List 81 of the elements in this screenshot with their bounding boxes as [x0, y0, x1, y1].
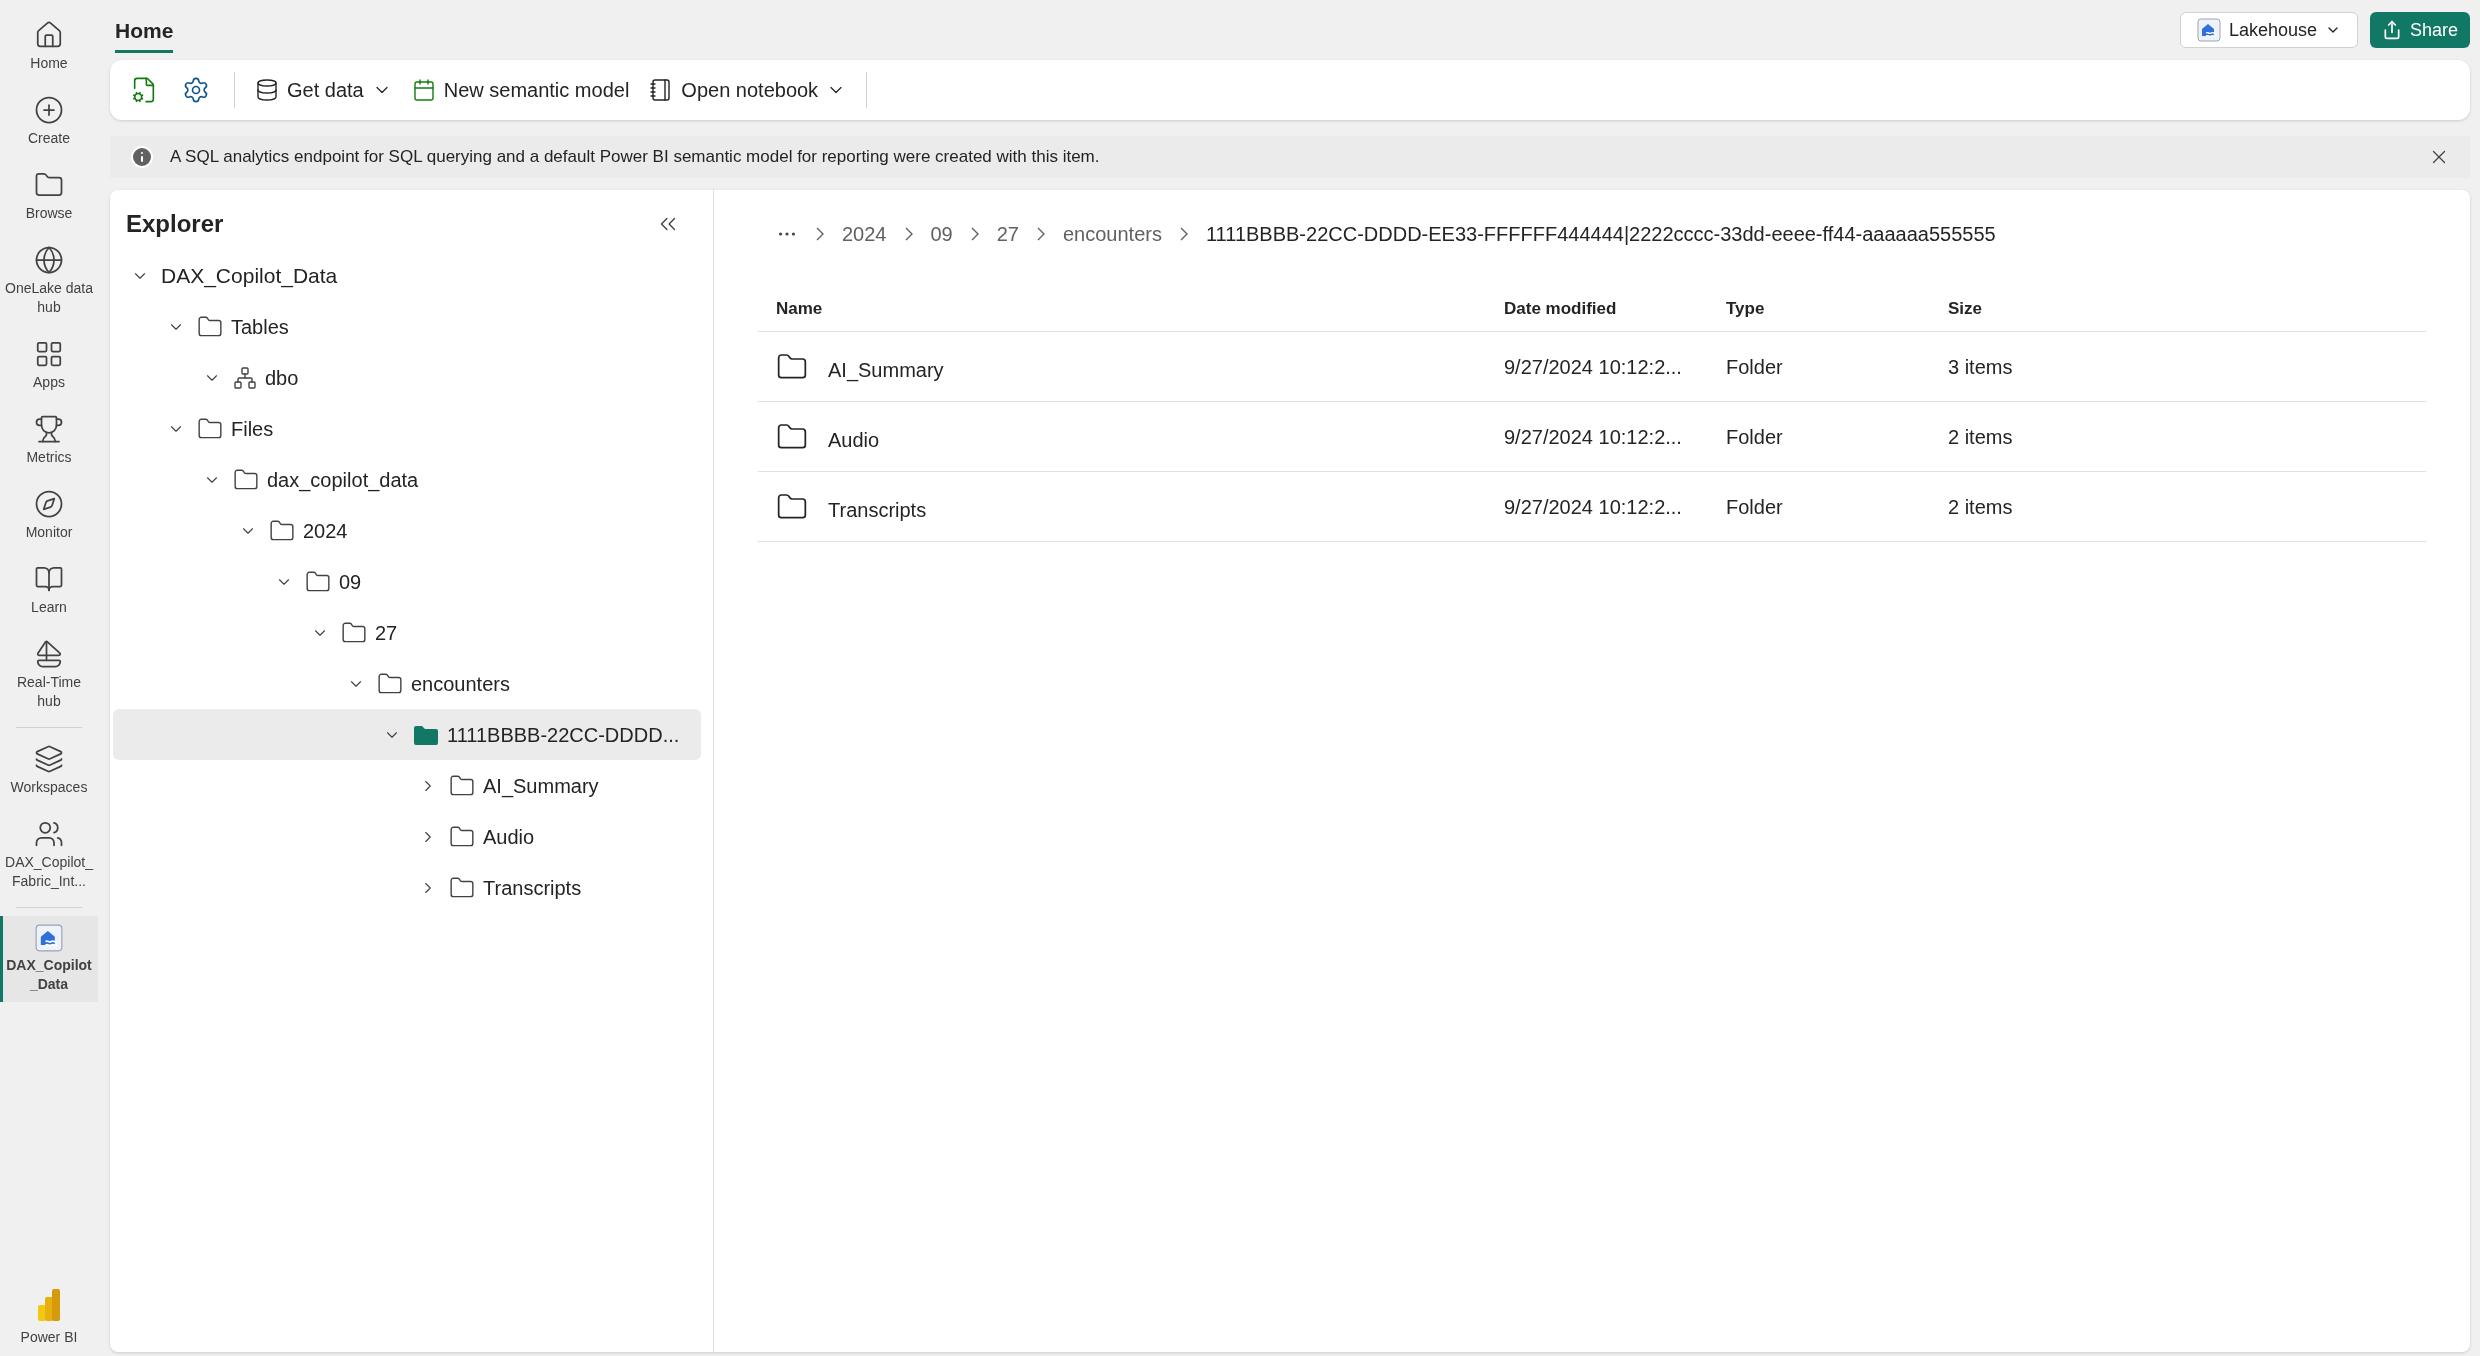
- nav-item[interactable]: Create: [0, 87, 98, 156]
- breadcrumb-item[interactable]: encounters: [1063, 219, 1162, 249]
- breadcrumb-item[interactable]: 1111BBBB-22CC-DDDD-EE33-FFFFFF444444|2222cccc-33dd-eeee-ff44-aaaaaa555555: [1205, 219, 1996, 249]
- column-header[interactable]: Name: [776, 298, 823, 318]
- column-header[interactable]: Type: [1726, 298, 1765, 318]
- book-icon: [34, 564, 64, 594]
- settings-icon[interactable]: [182, 76, 210, 104]
- info-icon: [130, 145, 154, 169]
- table-cell-text: 9/27/2024 10:12:2...: [1504, 424, 1682, 450]
- breadcrumb-item[interactable]: 09: [930, 219, 953, 249]
- column-header[interactable]: Size: [1948, 298, 1983, 318]
- tree-item[interactable]: dbo: [113, 352, 701, 403]
- toolbar-button[interactable]: Get data: [251, 75, 396, 105]
- explorer-title: Explorer: [126, 209, 224, 239]
- table-cell-text: 3 items: [1948, 354, 2013, 380]
- nav-item[interactable]: DAX_Copilot_Fabric_Int...: [0, 811, 98, 899]
- database-icon: [255, 78, 279, 102]
- nav-item[interactable]: Power BI: [0, 1287, 98, 1356]
- table-cell-text: Folder: [1726, 354, 1783, 380]
- plus-circle-icon: [34, 95, 64, 125]
- toolbar-button[interactable]: Open notebook: [645, 75, 851, 105]
- table-cell-text: Audio: [828, 427, 880, 453]
- table-cell-text: 2 items: [1948, 424, 2013, 450]
- tree-item[interactable]: Transcripts: [113, 862, 701, 913]
- item-type-dropdown[interactable]: Lakehouse: [2179, 12, 2358, 48]
- layers-icon: [34, 744, 64, 774]
- boat-icon: [34, 639, 64, 669]
- lakehouse-icon: [2196, 18, 2221, 42]
- grid-icon: [34, 339, 64, 369]
- share-button[interactable]: Share: [2369, 12, 2470, 48]
- compass-icon: [34, 489, 64, 519]
- table-cell-text: 9/27/2024 10:12:2...: [1504, 494, 1682, 520]
- breadcrumb-item[interactable]: 2024: [842, 219, 887, 249]
- nav-item[interactable]: Learn: [0, 556, 98, 625]
- ribbon-tab[interactable]: Home: [115, 6, 174, 54]
- folder-icon: [413, 723, 439, 746]
- chevron-icon: [816, 227, 824, 241]
- tree-item[interactable]: 2024: [113, 505, 701, 556]
- table-cell-text: Folder: [1726, 494, 1783, 520]
- table-cell-text: 2 items: [1948, 494, 2013, 520]
- schema-icon: [233, 365, 257, 390]
- nav-item[interactable]: Monitor: [0, 481, 98, 550]
- nav-item[interactable]: Home: [0, 12, 98, 81]
- tree-item[interactable]: DAX_Copilot_Data: [113, 250, 701, 301]
- nav-item[interactable]: Real-Time hub: [0, 631, 98, 719]
- trophy-icon: [34, 414, 64, 444]
- chevron-icon: [1037, 227, 1045, 241]
- calendar-icon: [411, 78, 436, 102]
- breadcrumb-item[interactable]: 27: [996, 219, 1019, 249]
- info-message: A SQL analytics endpoint for SQL querying and a default Power BI semantic model for reporting were created with this item.: [170, 146, 1100, 169]
- nav-item[interactable]: OneLake data hub: [0, 237, 98, 325]
- tree-item[interactable]: Files: [113, 403, 701, 454]
- nav-item[interactable]: DAX_Copilot_Data: [0, 916, 98, 1002]
- table-cell-text: 9/27/2024 10:12:2...: [1504, 354, 1682, 380]
- toolbar-button[interactable]: New semantic model: [407, 75, 634, 105]
- nav-item[interactable]: Apps: [0, 331, 98, 400]
- tree-item[interactable]: 09: [113, 556, 701, 607]
- nav-item[interactable]: Metrics: [0, 406, 98, 475]
- table-row[interactable]: Transcripts 9/27/2024 10:12:2... Folder 2 items: [758, 472, 2426, 542]
- column-header[interactable]: Date modified: [1504, 298, 1617, 318]
- tree-item[interactable]: Audio: [113, 811, 701, 862]
- people-icon: [34, 819, 64, 849]
- table-cell-text: Folder: [1726, 424, 1783, 450]
- nav-item[interactable]: Browse: [0, 162, 98, 231]
- tree-item[interactable]: encounters: [113, 658, 701, 709]
- tree-item[interactable]: dax_copilot_data: [113, 454, 701, 505]
- tree-item[interactable]: 1111BBBB-22CC-DDDD...: [113, 709, 701, 760]
- chevron-icon: [1179, 227, 1188, 241]
- tree-item[interactable]: 27: [113, 607, 701, 658]
- tree-item[interactable]: AI_Summary: [113, 760, 701, 811]
- nav-item[interactable]: Workspaces: [0, 736, 98, 805]
- table-cell-text: AI_Summary: [828, 357, 944, 384]
- home-icon: [34, 20, 64, 50]
- chevron-icon: [904, 227, 913, 241]
- globe-icon: [34, 245, 64, 275]
- table-cell-text: Transcripts: [828, 497, 927, 523]
- tree-item[interactable]: Tables: [113, 301, 701, 352]
- table-row[interactable]: AI_Summary 9/27/2024 10:12:2... Folder 3 items: [758, 332, 2426, 402]
- table-row[interactable]: Audio 9/27/2024 10:12:2... Folder 2 items: [758, 402, 2426, 472]
- lakehouse-icon: [35, 924, 63, 952]
- chevron-icon: [970, 227, 979, 241]
